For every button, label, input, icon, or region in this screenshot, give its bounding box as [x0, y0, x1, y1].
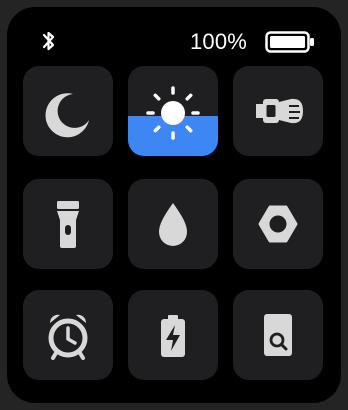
alarm-clock-icon — [48, 314, 88, 360]
water-drop-icon — [159, 203, 187, 246]
watch-phone-icon — [256, 98, 303, 124]
status-bar: 100% — [7, 7, 341, 57]
power-saving-button[interactable] — [128, 290, 218, 380]
brightness-button[interactable] — [128, 66, 218, 156]
bluetooth-icon — [42, 31, 55, 51]
battery-full-icon — [265, 31, 314, 53]
moon-icon — [45, 93, 89, 138]
hexagon-nut-icon — [258, 205, 298, 243]
flashlight-button[interactable] — [23, 179, 113, 269]
battery-percent: 100% — [190, 29, 248, 54]
do-not-disturb-button[interactable] — [23, 66, 113, 156]
search-phone-icon — [264, 314, 292, 356]
find-device-button[interactable] — [233, 290, 323, 380]
settings-button[interactable] — [233, 179, 323, 269]
battery-charging-icon — [161, 315, 185, 357]
sun-icon — [146, 86, 200, 140]
find-phone-button[interactable] — [233, 66, 323, 156]
alarm-button[interactable] — [23, 290, 113, 380]
flashlight-icon — [57, 201, 79, 248]
water-lock-button[interactable] — [128, 179, 218, 269]
watch-screen: 100% — [7, 7, 341, 403]
watch-bezel: 100% — [0, 0, 348, 410]
